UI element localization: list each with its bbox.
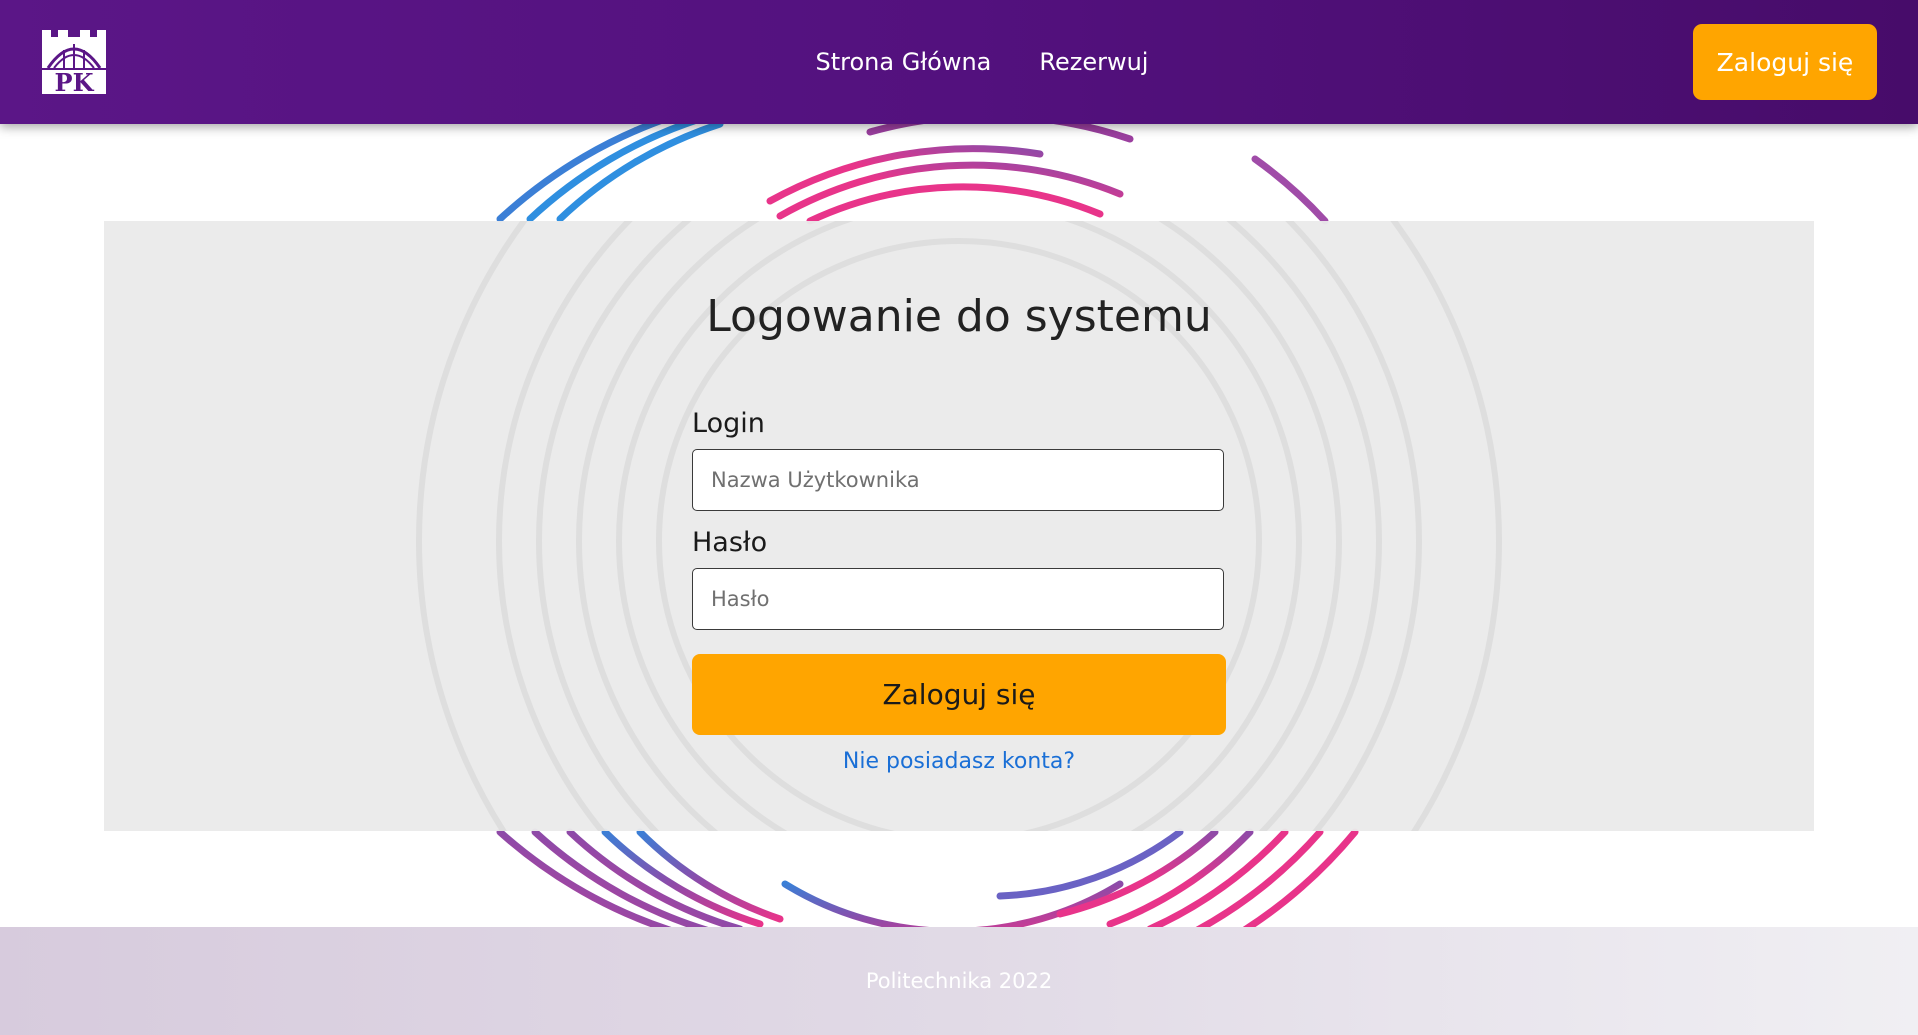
- password-input[interactable]: [692, 568, 1224, 630]
- password-label: Hasło: [692, 527, 768, 558]
- navbar-login-button[interactable]: Zaloguj się: [1693, 24, 1877, 100]
- login-title: Logowanie do systemu: [706, 291, 1212, 342]
- footer-copyright: Politechnika 2022: [865, 969, 1053, 993]
- login-card: Logowanie do systemu Login Hasło Zaloguj…: [104, 221, 1814, 831]
- login-submit-button[interactable]: Zaloguj się: [692, 654, 1226, 735]
- register-link[interactable]: Nie posiadasz konta?: [104, 749, 1814, 774]
- nav-link-reserve[interactable]: Rezerwuj: [1039, 48, 1148, 76]
- login-input[interactable]: [692, 449, 1224, 511]
- top-navbar: PK Strona Główna Rezerwuj Zaloguj się: [0, 0, 1918, 124]
- page-footer: Politechnika 2022: [0, 927, 1918, 1035]
- nav-link-home[interactable]: Strona Główna: [816, 48, 992, 76]
- nav-links: Strona Główna Rezerwuj: [0, 0, 1918, 124]
- login-label: Login: [692, 408, 765, 439]
